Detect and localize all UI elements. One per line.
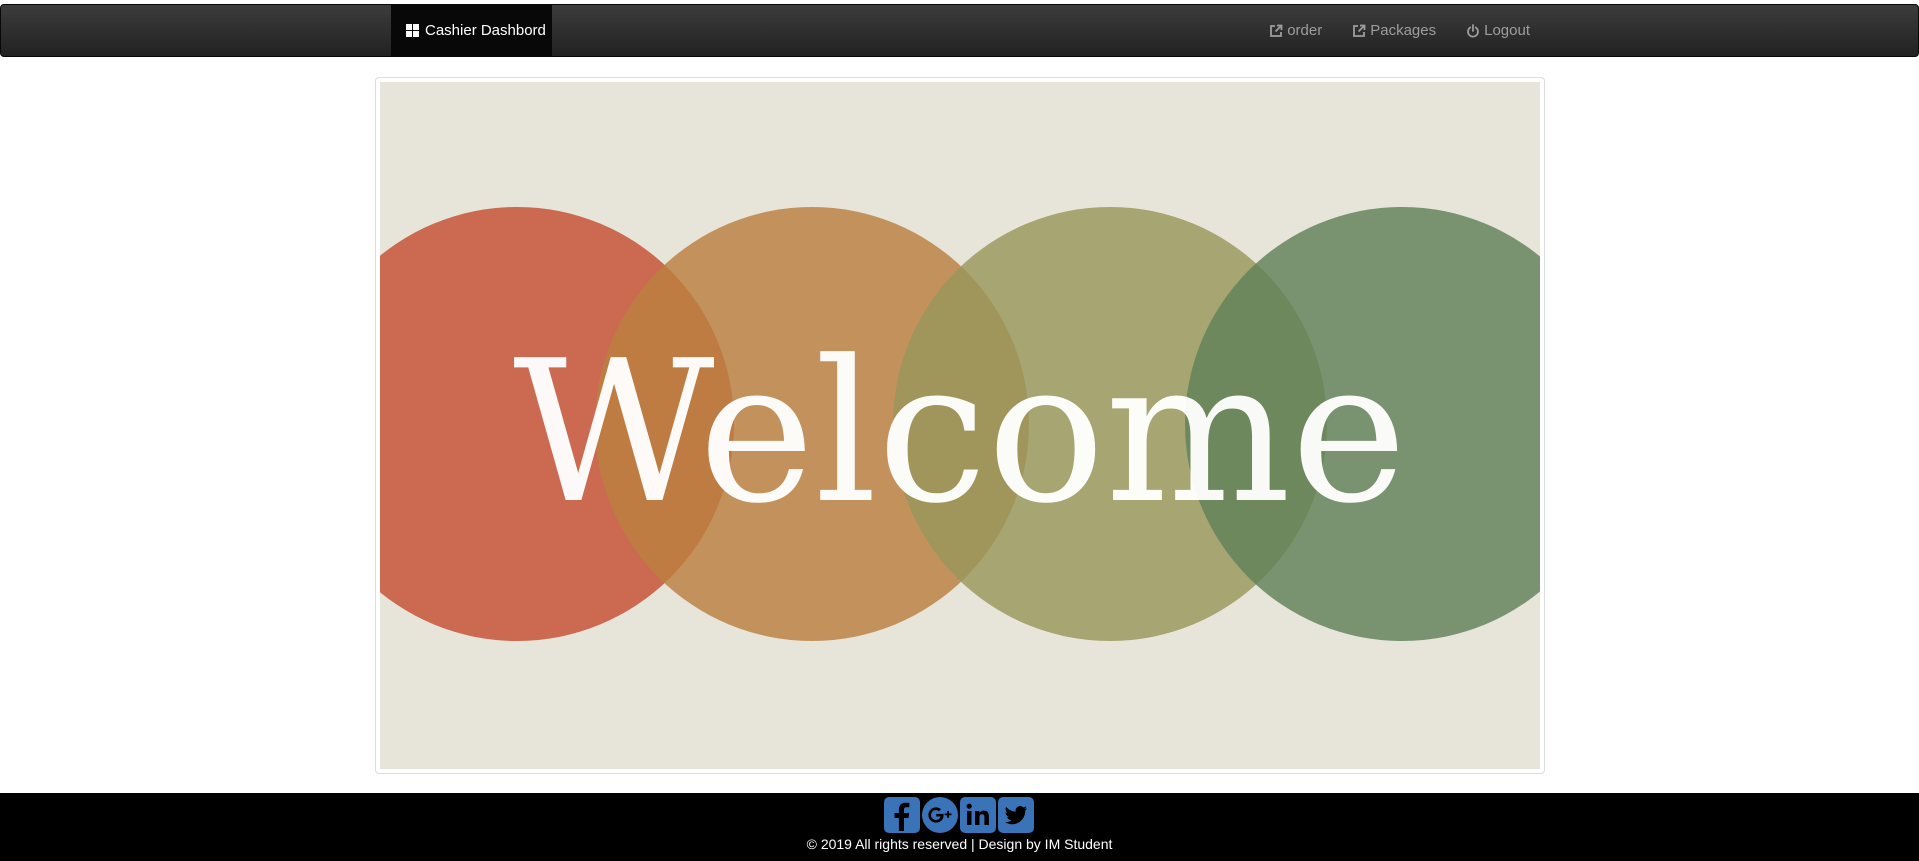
nav-link-packages[interactable]: Packages <box>1352 22 1436 39</box>
facebook-icon[interactable] <box>884 797 920 833</box>
twitter-icon[interactable] <box>998 797 1034 833</box>
nav-links: order Packages Logout <box>1239 5 1530 56</box>
top-navbar: Cashier Dashbord order Packages Logout <box>0 4 1919 57</box>
brand-label: Cashier Dashbord <box>425 22 546 39</box>
welcome-image: Welcome <box>380 82 1540 769</box>
welcome-text: Welcome <box>513 319 1407 547</box>
nav-link-order[interactable]: order <box>1269 22 1322 39</box>
external-link-icon <box>1269 24 1283 38</box>
social-links <box>884 797 1036 833</box>
welcome-banner: Welcome <box>375 77 1545 774</box>
footer: © 2019 All rights reserved | Design by I… <box>0 793 1919 861</box>
nav-link-logout[interactable]: Logout <box>1466 22 1530 39</box>
external-link-icon <box>1352 24 1366 38</box>
dashboard-grid-icon <box>406 24 419 37</box>
copyright-text: © 2019 All rights reserved | Design by I… <box>806 836 1113 852</box>
linkedin-icon[interactable] <box>960 797 996 833</box>
nav-link-label: Logout <box>1484 22 1530 39</box>
google-plus-icon[interactable] <box>922 797 958 833</box>
nav-link-label: order <box>1287 22 1323 39</box>
brand-link[interactable]: Cashier Dashbord <box>391 5 552 56</box>
power-icon <box>1466 23 1480 38</box>
nav-link-label: Packages <box>1370 22 1437 39</box>
